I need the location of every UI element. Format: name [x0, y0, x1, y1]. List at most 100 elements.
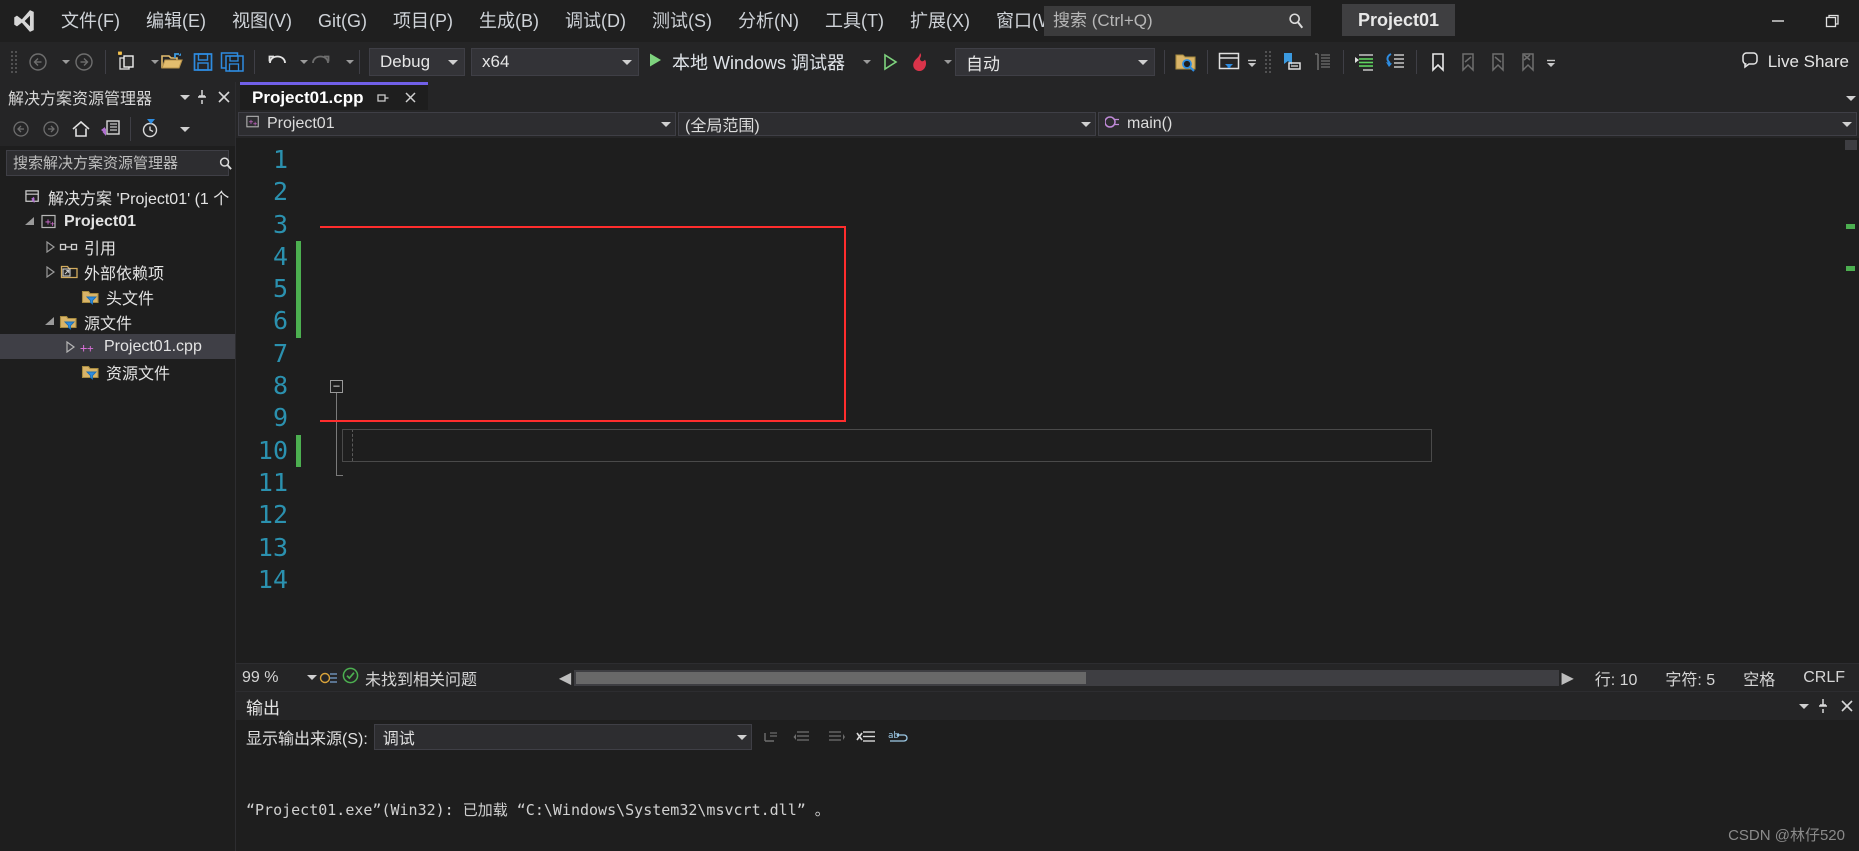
scroll-right-icon[interactable]: ▶	[1559, 668, 1577, 688]
solution-search-box[interactable]	[6, 150, 250, 176]
scroll-left-icon[interactable]: ◀	[556, 668, 574, 688]
hscroll-thumb[interactable]	[576, 671, 1086, 684]
indentation-mode[interactable]: 空格	[1729, 666, 1789, 690]
platform-combo[interactable]: x64	[471, 48, 639, 76]
editor-tab-project01-cpp[interactable]: Project01.cpp	[240, 82, 428, 110]
home-icon[interactable]	[66, 115, 96, 143]
pending-changes-icon[interactable]	[135, 115, 165, 143]
chevron-down-icon[interactable]	[1081, 121, 1091, 127]
close-icon[interactable]	[402, 89, 420, 107]
tree-node-references[interactable]: 引用	[0, 234, 235, 259]
toolbar-grip[interactable]	[10, 50, 19, 74]
find-in-files-icon[interactable]	[1171, 46, 1201, 78]
chevron-down-icon[interactable]	[165, 115, 195, 143]
save-icon[interactable]	[188, 46, 218, 78]
active-project-badge[interactable]: Project01	[1342, 4, 1456, 36]
minimize-icon[interactable]	[1751, 0, 1805, 42]
navigate-back-icon[interactable]	[23, 46, 53, 78]
editor-horizontal-scrollbar[interactable]: ◀ ▶	[552, 668, 1581, 688]
auto-combo[interactable]: 自动	[955, 48, 1156, 76]
code-editor[interactable]: 1 2 3 4 5 6 7 8 9 10 11 12 13 14 −	[236, 138, 1859, 663]
clear-bookmarks-icon[interactable]	[1513, 46, 1543, 78]
previous-bookmark-icon[interactable]	[1453, 46, 1483, 78]
tree-node-header-files[interactable]: 头文件	[0, 284, 235, 309]
problem-status[interactable]: 未找到相关问题	[342, 666, 552, 690]
tree-node-external-dependencies[interactable]: 外部依赖项	[0, 259, 235, 284]
solution-search-input[interactable]	[7, 154, 218, 172]
chevron-down-icon[interactable]	[448, 59, 458, 65]
code-text[interactable]: − − − // Project01.cpp : 此文件包含 "main" 函数…	[320, 138, 1859, 663]
menu-project[interactable]: 项目(P)	[380, 5, 466, 37]
new-project-dropdown-icon[interactable]	[142, 46, 159, 78]
redo-icon[interactable]	[307, 46, 337, 78]
chevron-down-icon[interactable]	[736, 734, 747, 740]
outdent-icon[interactable]	[790, 724, 816, 750]
restore-icon[interactable]	[1805, 0, 1859, 42]
toolbox-icon[interactable]	[1307, 46, 1337, 78]
menu-file[interactable]: 文件(F)	[48, 5, 133, 37]
tree-node-solution[interactable]: 解决方案 'Project01' (1 个	[0, 184, 235, 209]
search-input[interactable]	[1045, 11, 1282, 31]
chevron-down-icon[interactable]	[622, 59, 632, 65]
save-all-icon[interactable]	[218, 46, 248, 78]
start-debugging-button[interactable]: 本地 Windows 调试器	[642, 46, 875, 78]
menu-tools[interactable]: 工具(T)	[812, 5, 897, 37]
menu-extensions[interactable]: 扩展(X)	[897, 5, 983, 37]
menu-view[interactable]: 视图(V)	[219, 5, 305, 37]
pin-icon[interactable]	[1811, 693, 1835, 719]
menu-build[interactable]: 生成(B)	[466, 5, 552, 37]
next-bookmark-icon[interactable]	[1483, 46, 1513, 78]
uncomment-icon[interactable]	[1380, 46, 1410, 78]
list-icon[interactable]	[758, 724, 784, 750]
editor-vertical-scrollbar[interactable]	[1843, 138, 1859, 663]
chevron-down-icon[interactable]	[661, 121, 671, 127]
toolbar-grip[interactable]	[1264, 50, 1274, 74]
chevron-down-icon[interactable]	[1787, 693, 1811, 719]
twisty-expanded-icon[interactable]	[42, 316, 58, 328]
twisty-collapsed-icon[interactable]	[42, 240, 58, 253]
chevron-down-icon[interactable]	[1842, 121, 1852, 127]
menu-test[interactable]: 测试(S)	[639, 5, 725, 37]
tree-node-source-files[interactable]: 源文件	[0, 309, 235, 334]
undo-icon[interactable]	[261, 46, 291, 78]
close-icon[interactable]	[213, 84, 235, 110]
navigate-forward-icon[interactable]	[69, 46, 99, 78]
tree-node-project01-cpp[interactable]: + + Project01.cpp	[0, 334, 235, 359]
menu-edit[interactable]: 编辑(E)	[133, 5, 219, 37]
forward-icon[interactable]	[36, 115, 66, 143]
search-icon[interactable]	[1282, 12, 1310, 30]
menu-git[interactable]: Git(G)	[305, 5, 380, 37]
fold-toggle-main[interactable]: −	[330, 380, 343, 393]
twisty-collapsed-icon[interactable]	[62, 340, 78, 353]
start-debugging-dropdown-icon[interactable]	[863, 60, 872, 64]
twisty-collapsed-icon[interactable]	[42, 265, 58, 278]
chevron-down-icon[interactable]	[169, 84, 191, 110]
hscroll-track[interactable]	[574, 669, 1559, 686]
navbar-scope-combo[interactable]: (全局范围)	[678, 112, 1096, 136]
line-ending-mode[interactable]: CRLF	[1789, 669, 1859, 687]
solution-explorer-dropdown-icon[interactable]	[1244, 46, 1260, 78]
zoom-level[interactable]: 99 %	[236, 669, 298, 687]
back-icon[interactable]	[6, 115, 36, 143]
tree-node-project[interactable]: + + Project01	[0, 209, 235, 234]
redo-dropdown-icon[interactable]	[337, 46, 354, 78]
open-file-icon[interactable]	[158, 46, 188, 78]
toolbar-overflow-icon[interactable]	[1543, 46, 1559, 78]
chevron-down-icon[interactable]	[1138, 59, 1149, 65]
output-source-combo[interactable]: 调试	[373, 724, 752, 750]
menu-analyze[interactable]: 分析(N)	[725, 5, 812, 37]
undo-dropdown-icon[interactable]	[291, 46, 308, 78]
indent-icon[interactable]	[822, 724, 848, 750]
word-wrap-icon[interactable]: ab	[886, 724, 912, 750]
search-icon[interactable]	[218, 149, 233, 177]
pin-icon[interactable]	[374, 89, 392, 107]
comment-icon[interactable]	[1350, 46, 1380, 78]
clear-all-icon[interactable]	[854, 724, 880, 750]
bookmark-icon[interactable]	[1423, 46, 1453, 78]
start-without-debugging-icon[interactable]	[875, 46, 905, 78]
configuration-combo[interactable]: Debug	[369, 48, 465, 76]
new-project-icon[interactable]	[112, 46, 142, 78]
solution-explorer-icon[interactable]	[1214, 46, 1244, 78]
hot-reload-dropdown-icon[interactable]	[935, 46, 953, 78]
close-icon[interactable]	[1835, 693, 1859, 719]
